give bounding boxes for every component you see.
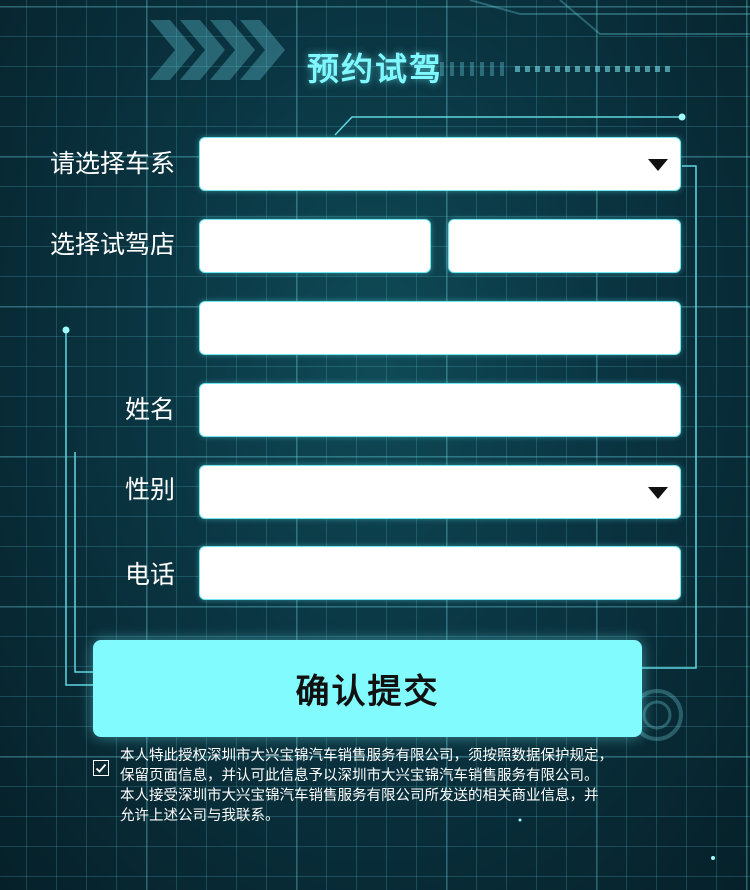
consent-checkbox[interactable] xyxy=(93,760,109,776)
caret-down-icon xyxy=(648,159,668,171)
gender-select[interactable] xyxy=(199,465,681,519)
checkmark-icon xyxy=(95,763,107,773)
consent-line: 本人特此授权深圳市大兴宝锦汽车销售服务有限公司，须按照数据保护规定， xyxy=(120,748,613,764)
caret-down-icon xyxy=(648,487,668,499)
consent-line: 允许上述公司与我联系。 xyxy=(120,808,280,824)
car-series-select[interactable] xyxy=(199,137,681,191)
submit-button[interactable]: 确认提交 xyxy=(93,640,642,737)
consent-line: 本人接受深圳市大兴宝锦汽车销售服务有限公司所发送的相关商业信息，并 xyxy=(120,788,599,804)
phone-field[interactable] xyxy=(199,546,681,600)
province-select[interactable] xyxy=(199,219,431,273)
consent-text: 本人特此授权深圳市大兴宝锦汽车销售服务有限公司，须按照数据保护规定， 保留页面信… xyxy=(120,746,680,826)
dealer-label: 选择试驾店 xyxy=(49,230,175,259)
city-value[interactable] xyxy=(449,220,680,272)
car-series-value[interactable] xyxy=(200,138,680,190)
gender-label: 性别 xyxy=(124,475,175,504)
name-input[interactable] xyxy=(200,384,680,436)
name-field[interactable] xyxy=(199,383,681,437)
phone-input[interactable] xyxy=(200,547,680,599)
gender-value[interactable] xyxy=(200,466,680,518)
phone-label: 电话 xyxy=(124,560,175,589)
dealer-select[interactable] xyxy=(199,301,681,355)
page-title: 预约试驾 xyxy=(306,50,443,88)
province-value[interactable] xyxy=(200,220,430,272)
consent-line: 保留页面信息，并认可此信息予以深圳市大兴宝锦汽车销售服务有限公司。 xyxy=(120,768,599,784)
city-select[interactable] xyxy=(448,219,681,273)
dealer-value[interactable] xyxy=(200,302,680,354)
car-series-label: 请选择车系 xyxy=(49,149,175,178)
name-label: 姓名 xyxy=(124,395,175,424)
